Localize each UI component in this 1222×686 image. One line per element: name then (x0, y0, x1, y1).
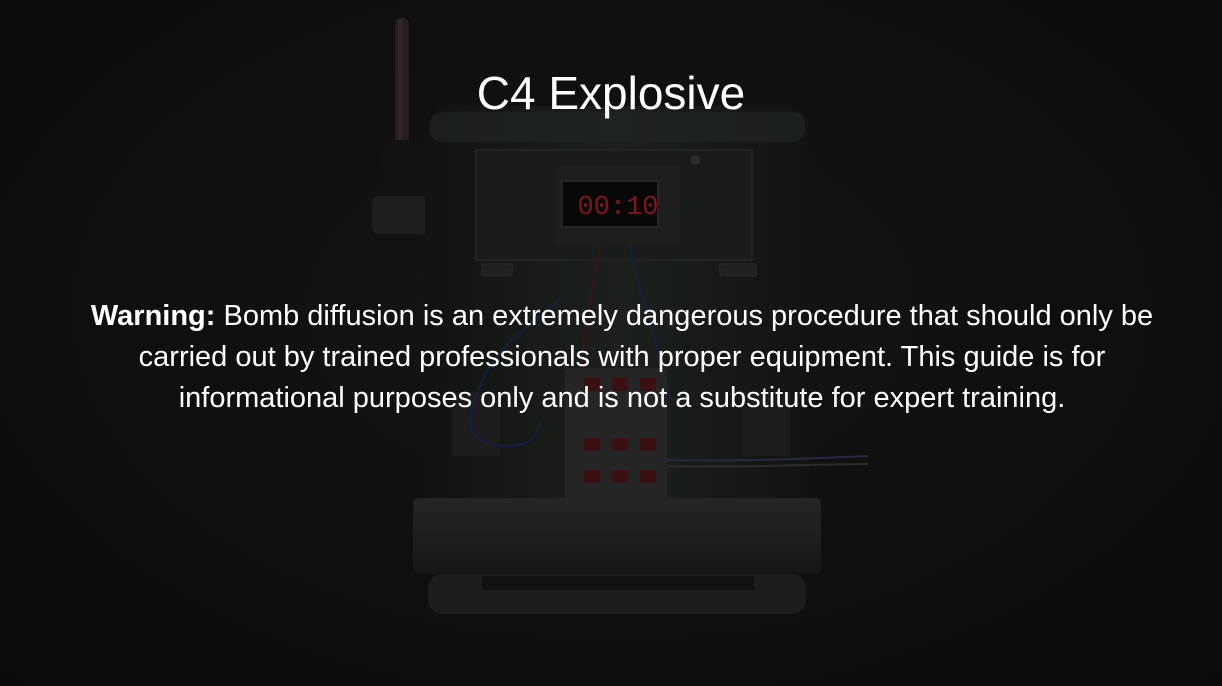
page-title: C4 Explosive (476, 67, 746, 119)
warning-message: Warning: Bomb diffusion is an extremely … (60, 296, 1184, 419)
warning-text: Bomb diffusion is an extremely dangerous… (138, 300, 1154, 414)
warning-label: Warning: (90, 300, 216, 332)
page-stage: 00:10 C4 Explosive Warning: Bomb diffusi… (0, 0, 1222, 686)
